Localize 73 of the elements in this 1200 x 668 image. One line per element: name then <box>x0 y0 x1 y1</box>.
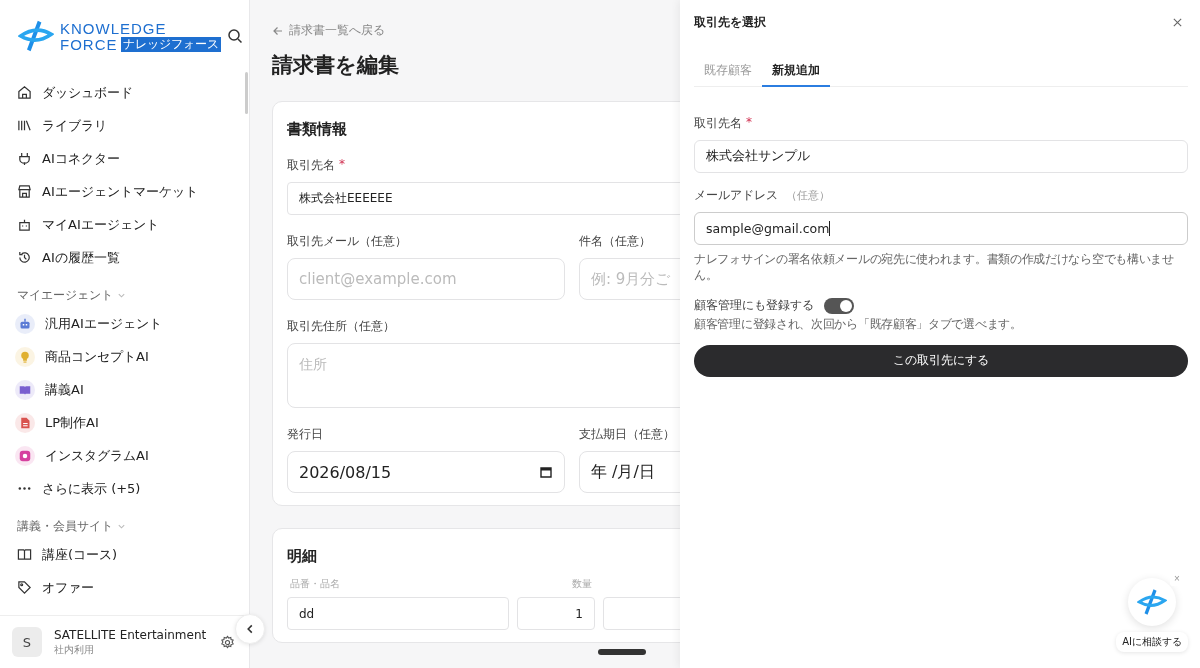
home-indicator <box>598 649 646 655</box>
required-mark: * <box>339 157 345 173</box>
assistant-button[interactable] <box>1128 578 1177 626</box>
field-label: 取引先名 <box>694 115 742 132</box>
bot-icon <box>17 217 32 232</box>
field-label: 取引先メール（任意） <box>287 233 407 250</box>
hint-text: ナレフォサインの署名依頼メールの宛先に使われます。書類の作成だけなら空でも構いません。 <box>694 251 1175 284</box>
store-icon <box>17 184 32 199</box>
assistant-label[interactable]: AIに相談する <box>1116 632 1188 652</box>
nav-item[interactable]: 講座(コース) <box>0 538 241 571</box>
agent-item[interactable]: 商品コンセプトAI <box>0 340 241 373</box>
logo-text: KNOWLEDGE <box>60 20 168 36</box>
field-label: 支払期日（任意） <box>579 426 675 443</box>
field-label: 件名（任意） <box>579 233 651 250</box>
submit-button[interactable]: この取引先にする <box>694 344 1188 377</box>
nav-item[interactable]: ダッシュボード <box>0 76 241 109</box>
agent-item[interactable]: インスタグラムAI <box>0 439 241 472</box>
account-type: 社内利用 <box>54 643 95 658</box>
tab[interactable]: 新規追加 <box>762 56 830 87</box>
history-icon <box>17 250 32 265</box>
column-header: 数量 <box>572 578 592 591</box>
nav-item[interactable]: AIコネクター <box>0 142 241 175</box>
quantity-field[interactable]: 1 <box>517 597 595 630</box>
email-field[interactable]: sample@gmail.com <box>694 212 1188 245</box>
library-icon <box>17 118 32 133</box>
agent-item[interactable]: 汎用AIエージェント <box>0 307 241 340</box>
card-title: 書類情報 <box>287 120 348 139</box>
agent-item[interactable]: LP制作AI <box>0 406 241 439</box>
optional-note: （任意） <box>786 188 830 203</box>
book-icon <box>17 547 32 562</box>
account-name: SATELLITE Entertainment <box>54 626 207 644</box>
column-header: 品番・品名 <box>289 578 341 591</box>
card-title: 明細 <box>287 547 318 566</box>
due-date-field[interactable]: 年 /月/日 <box>579 451 680 493</box>
avatar: S <box>12 627 42 657</box>
field-label: 取引先住所（任意） <box>287 318 395 335</box>
required-mark: * <box>746 115 752 131</box>
back-link[interactable]: 請求書一覧へ戻る <box>272 22 680 39</box>
logo-badge: ナレッジフォース <box>120 36 221 52</box>
nav-item[interactable]: オファー <box>0 571 241 604</box>
home-icon <box>17 85 32 100</box>
chevron-down-icon[interactable] <box>117 291 126 300</box>
logo-icon <box>18 18 54 54</box>
field-label: 取引先名 <box>287 157 335 174</box>
field-label: メールアドレス <box>694 187 778 204</box>
page-title: 請求書を編集 <box>272 52 400 79</box>
agent-item[interactable]: 講義AI <box>0 373 241 406</box>
toggle-label: 顧客管理にも登録する <box>694 297 814 315</box>
section-heading: 講義・会員サイト <box>17 519 113 534</box>
client-name-field[interactable]: 株式会社サンプル <box>694 140 1188 173</box>
issue-date-field[interactable]: 2026/08/15 <box>287 451 565 493</box>
nav-item[interactable]: ライブラリ <box>0 109 241 142</box>
register-toggle[interactable] <box>824 297 854 314</box>
logo-icon <box>1137 587 1168 617</box>
nav-item[interactable]: AIエージェントマーケット <box>0 175 241 208</box>
logo-text: FORCE <box>60 36 118 52</box>
field-label: 発行日 <box>287 426 323 443</box>
panel-title: 取引先を選択 <box>694 13 766 31</box>
item-name-field[interactable]: dd <box>287 597 509 630</box>
back-arrow-icon <box>272 24 284 37</box>
close-icon[interactable] <box>1172 16 1183 28</box>
nav-item[interactable]: AIの履歴一覧 <box>0 241 241 274</box>
section-heading: マイエージェント <box>17 288 113 303</box>
show-more-item[interactable]: さらに表示 (+5) <box>0 472 241 505</box>
client-name-field[interactable]: 株式会社EEEEEE <box>287 182 680 215</box>
nav-item[interactable]: マイAIエージェント <box>0 208 241 241</box>
settings-icon[interactable] <box>220 634 235 650</box>
calendar-icon[interactable] <box>539 465 553 479</box>
hint-text: 顧客管理に登録され、次回から「既存顧客」タブで選べます。 <box>694 316 1023 333</box>
plug-icon <box>17 151 32 166</box>
chevron-down-icon[interactable] <box>117 522 126 531</box>
tag-icon <box>17 580 32 595</box>
search-icon[interactable] <box>226 28 243 44</box>
